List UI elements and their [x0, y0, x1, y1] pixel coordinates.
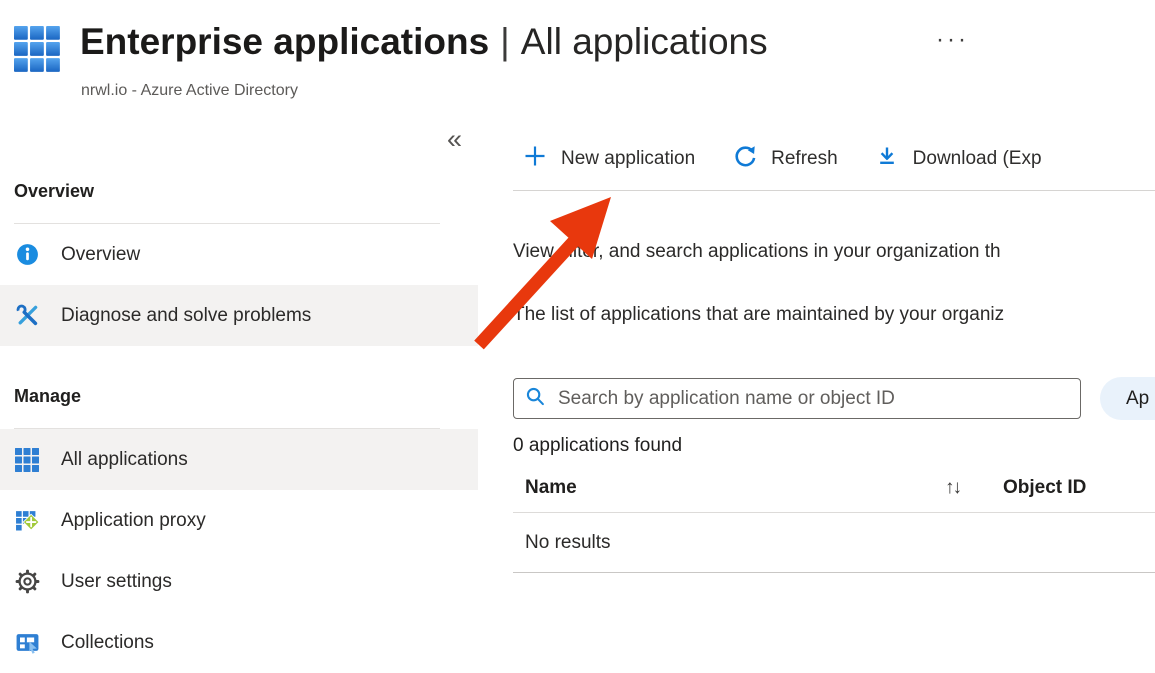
grid-icon — [14, 447, 40, 473]
no-results-label: No results — [525, 532, 611, 554]
search-input[interactable] — [556, 387, 1069, 411]
more-menu-icon[interactable]: ··· — [936, 26, 969, 54]
sidebar-item-label: All applications — [61, 449, 188, 471]
table-header: Name ↑↓ Object ID — [513, 477, 1155, 499]
info-icon — [14, 242, 40, 268]
page-title-secondary: All applications — [521, 21, 768, 62]
toolbar-divider — [513, 190, 1155, 191]
sidebar-item-collections[interactable]: Collections — [0, 612, 478, 673]
sidebar: « Overview Overview Diagnose and solve p… — [0, 120, 478, 669]
sidebar-item-all-applications[interactable]: All applications — [0, 429, 478, 490]
page-title-primary: Enterprise applications — [80, 21, 489, 62]
search-icon — [525, 386, 546, 412]
column-header-name[interactable]: Name — [513, 477, 933, 499]
search-box[interactable] — [513, 378, 1081, 419]
sidebar-item-diagnose-and-solve-problems[interactable]: Diagnose and solve problems — [0, 285, 478, 346]
sidebar-item-label: Overview — [61, 244, 140, 266]
search-filter-row: Ap — [513, 377, 1155, 420]
main-content: New application Refresh — [513, 120, 1155, 669]
collections-icon — [14, 630, 40, 656]
download-export-button[interactable]: Download (Exp — [875, 144, 1042, 174]
sidebar-section-manage: Manage — [14, 346, 478, 407]
sidebar-item-label: User settings — [61, 571, 172, 593]
page-title-separator: | — [500, 21, 510, 62]
enterprise-applications-icon — [14, 26, 61, 73]
tools-icon — [14, 303, 40, 329]
sidebar-item-label: Diagnose and solve problems — [61, 305, 311, 327]
description-line-2: The list of applications that are mainta… — [513, 304, 1155, 326]
new-application-button[interactable]: New application — [523, 144, 695, 174]
description-line-1: View, filter, and search applications in… — [513, 241, 1155, 263]
plus-icon — [523, 144, 547, 174]
page-subtitle: nrwl.io - Azure Active Directory — [81, 82, 298, 100]
refresh-label: Refresh — [771, 148, 838, 170]
sidebar-section-overview: Overview — [14, 120, 478, 202]
application-type-filter-pill[interactable]: Ap — [1100, 377, 1155, 420]
command-bar: New application Refresh — [513, 136, 1155, 182]
sidebar-item-overview[interactable]: Overview — [0, 224, 478, 285]
sort-icon[interactable]: ↑↓ — [933, 477, 1003, 499]
new-application-label: New application — [561, 148, 695, 170]
filter-pill-label: Ap — [1126, 388, 1149, 410]
download-icon — [875, 144, 899, 174]
sidebar-item-label: Collections — [61, 632, 154, 654]
page-header: Enterprise applications | All applications… — [0, 0, 1155, 120]
proxy-icon — [14, 508, 40, 534]
refresh-icon — [732, 144, 757, 175]
sidebar-item-application-proxy[interactable]: Application proxy — [0, 490, 478, 551]
sidebar-item-user-settings[interactable]: User settings — [0, 551, 478, 612]
refresh-button[interactable]: Refresh — [732, 144, 838, 175]
applications-count: 0 applications found — [513, 435, 1155, 457]
table-bottom-divider — [513, 572, 1155, 573]
gear-icon — [14, 569, 40, 595]
download-label: Download (Exp — [913, 148, 1042, 170]
sidebar-item-label: Application proxy — [61, 510, 206, 532]
collapse-sidebar-icon[interactable]: « — [447, 126, 462, 153]
column-header-object-id[interactable]: Object ID — [1003, 477, 1086, 499]
page-title: Enterprise applications | All applications — [80, 21, 768, 63]
table-empty-row: No results — [513, 513, 1155, 572]
